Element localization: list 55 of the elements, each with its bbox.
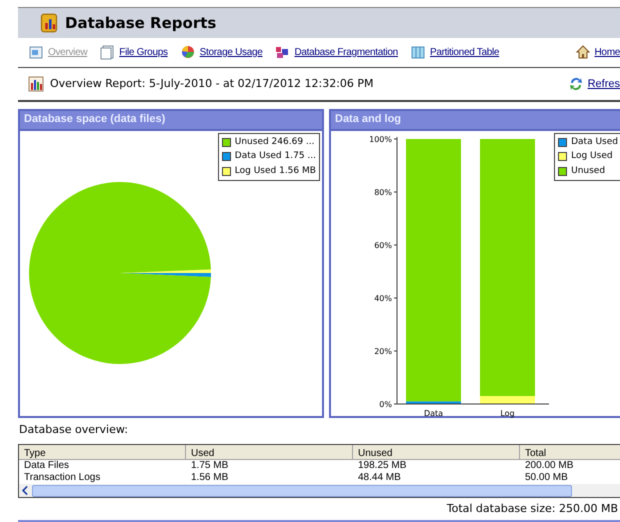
legend-swatch xyxy=(558,152,568,162)
column-header: Type xyxy=(19,445,186,460)
nav-link[interactable]: File Groups xyxy=(119,44,168,60)
total-size: Total database size: 250.00 MB xyxy=(446,500,618,517)
table-cell-text: Transaction Logs xyxy=(23,472,102,484)
bar-chart-icon xyxy=(28,76,44,92)
legend-swatch xyxy=(222,152,231,162)
axis-label: Data xyxy=(424,408,444,418)
table-cell-text: 1.75 MB xyxy=(190,460,230,472)
tick-label: 20% xyxy=(374,346,392,356)
column-header: Total xyxy=(520,445,620,460)
documents-icon[interactable] xyxy=(99,44,116,60)
legend-label: Data Used xyxy=(571,136,618,149)
legend-swatch xyxy=(558,166,568,176)
table-cell-text: Data Files xyxy=(23,460,70,472)
table-cell-text: 200.00 MB xyxy=(524,460,574,472)
window-icon[interactable] xyxy=(28,44,44,60)
scrollbar-thumb[interactable] xyxy=(32,484,572,497)
home-icon[interactable] xyxy=(574,44,591,60)
column-header: Used xyxy=(186,445,353,460)
nav-link[interactable]: Home xyxy=(594,44,620,60)
header-title: Database Reports xyxy=(65,12,216,34)
nav-link[interactable]: Partitioned Table xyxy=(430,44,500,60)
legend-label: Unused 246.69 ... xyxy=(234,136,314,149)
refresh-arrows-icon[interactable] xyxy=(568,76,584,92)
panel-title: Data and log xyxy=(331,110,620,129)
blocks-icon[interactable] xyxy=(274,44,290,60)
report-title: Overview Report: 5-July-2010 - at 02/17/2012 12:32:06 PM xyxy=(50,76,374,92)
panel-title: Database space (data files) xyxy=(20,110,322,129)
refresh-link[interactable]: Refres xyxy=(588,76,620,92)
legend-label: Data Used 1.75 ... xyxy=(234,150,316,164)
legend-swatch xyxy=(222,138,231,147)
report-chart-icon xyxy=(39,12,59,33)
table-cell-text: 48.44 MB xyxy=(357,472,402,484)
axis-label: Log xyxy=(500,408,515,418)
column-header: Unused xyxy=(353,445,520,460)
tick-label: 60% xyxy=(374,240,392,250)
table-cell-text: 1.56 MB xyxy=(190,472,230,484)
table-cell-text: 198.25 MB xyxy=(357,460,408,472)
section-title: Database overview: xyxy=(19,422,129,438)
table-cell-text: 50.00 MB xyxy=(524,472,569,484)
legend-swatch xyxy=(222,166,231,176)
legend-label: Unused xyxy=(571,164,606,178)
tick-label: 100% xyxy=(369,134,392,144)
table-icon[interactable] xyxy=(410,44,426,60)
nav-link[interactable]: Database Fragmentation xyxy=(294,44,398,60)
tick-label: 80% xyxy=(374,188,392,197)
legend-label: Log Used xyxy=(571,150,613,164)
legend-swatch xyxy=(558,138,568,147)
legend-label: Log Used 1.56 MB xyxy=(234,164,316,178)
tick-label: 40% xyxy=(374,294,392,303)
horizontal-scrollbar[interactable] xyxy=(19,484,620,498)
pie-icon[interactable] xyxy=(180,44,196,60)
tick-label: 0% xyxy=(379,400,392,409)
nav-link[interactable]: Storage Usage xyxy=(200,44,262,60)
